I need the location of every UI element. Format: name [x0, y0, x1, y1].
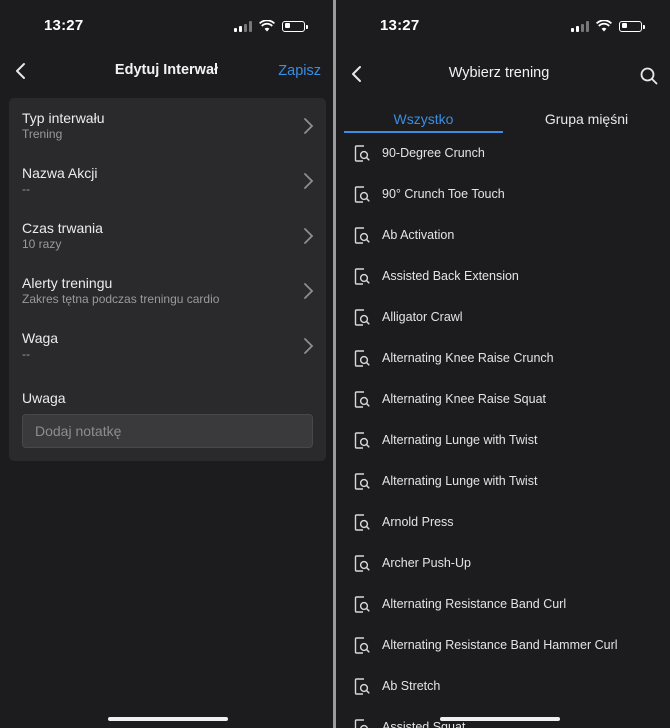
- chevron-right-icon: [304, 338, 314, 354]
- exercise-search-icon: [354, 227, 370, 244]
- exercise-search-icon: [354, 555, 370, 572]
- battery-icon: [282, 20, 308, 32]
- exercise-label: Alternating Resistance Band Hammer Curl: [382, 638, 618, 652]
- exercise-label: Alternating Knee Raise Squat: [382, 392, 546, 406]
- exercise-label: Alternating Resistance Band Curl: [382, 597, 567, 611]
- exercise-label: Ab Activation: [382, 228, 455, 242]
- exercise-label: Alligator Crawl: [382, 310, 463, 324]
- exercise-search-icon: [354, 514, 370, 531]
- battery-icon: [619, 20, 645, 32]
- category-tabs: Wszystko Grupa mięśni: [344, 107, 670, 133]
- exercise-search-icon: [354, 596, 370, 613]
- tab-muscle-group[interactable]: Grupa mięśni: [503, 107, 670, 133]
- row-weight[interactable]: Waga --: [9, 318, 326, 373]
- exercise-label: Assisted Back Extension: [382, 269, 519, 283]
- exercise-list-item[interactable]: Alternating Lunge with Twist: [336, 461, 670, 502]
- exercise-search-icon: [354, 473, 370, 490]
- exercise-label: Assisted Squat: [382, 720, 466, 728]
- exercise-search-icon: [354, 637, 370, 654]
- wifi-icon: [259, 20, 275, 32]
- exercise-label: Alternating Lunge with Twist: [382, 474, 538, 488]
- status-bar: 13:27: [0, 0, 333, 52]
- exercise-list-item[interactable]: Alternating Resistance Band Hammer Curl: [336, 625, 670, 666]
- chevron-right-icon: [304, 118, 314, 134]
- chevron-right-icon: [304, 173, 314, 189]
- row-training-alerts[interactable]: Alerty treningu Zakres tętna podczas tre…: [9, 263, 326, 318]
- row-action-name[interactable]: Nazwa Akcji --: [9, 153, 326, 208]
- exercise-list-item[interactable]: Alternating Resistance Band Curl: [336, 584, 670, 625]
- edit-interval-screen: 13:27 Edytuj Interwał Zapisz Typ interwa…: [0, 0, 333, 728]
- page-title: Wybierz trening: [448, 65, 550, 81]
- chevron-right-icon: [304, 228, 314, 244]
- exercise-list: 90-Degree Crunch 90° Crunch Toe Touch Ab A…: [336, 133, 670, 728]
- exercise-search-icon: [354, 678, 370, 695]
- home-indicator: [108, 717, 228, 721]
- chevron-right-icon: [304, 283, 314, 299]
- status-time: 13:27: [44, 17, 84, 34]
- home-indicator: [440, 717, 560, 721]
- exercise-search-icon: [354, 391, 370, 408]
- exercise-label: Alternating Lunge with Twist: [382, 433, 538, 447]
- exercise-list-item[interactable]: Arnold Press: [336, 502, 670, 543]
- interval-settings-card: Typ interwału Trening Nazwa Akcji -- Cza…: [9, 98, 326, 461]
- row-duration[interactable]: Czas trwania 10 razy: [9, 208, 326, 263]
- search-icon[interactable]: [640, 67, 658, 85]
- exercise-search-icon: [354, 719, 370, 728]
- exercise-label: Ab Stretch: [382, 679, 441, 693]
- exercise-label: Archer Push-Up: [382, 556, 471, 570]
- exercise-label: 90-Degree Crunch: [382, 146, 485, 160]
- exercise-label: 90° Crunch Toe Touch: [382, 187, 505, 201]
- note-label: Uwaga: [22, 390, 66, 406]
- status-bar: 13:27: [336, 0, 670, 52]
- exercise-search-icon: [354, 186, 370, 203]
- exercise-list-item[interactable]: 90-Degree Crunch: [336, 133, 670, 174]
- wifi-icon: [596, 20, 612, 32]
- cellular-signal-icon: [234, 20, 252, 32]
- nav-bar: Edytuj Interwał Zapisz: [0, 52, 333, 90]
- exercise-list-item[interactable]: Assisted Back Extension: [336, 256, 670, 297]
- tab-all[interactable]: Wszystko: [344, 107, 503, 133]
- exercise-search-icon: [354, 432, 370, 449]
- exercise-list-item[interactable]: Archer Push-Up: [336, 543, 670, 584]
- exercise-list-item[interactable]: Ab Stretch: [336, 666, 670, 707]
- exercise-label: Arnold Press: [382, 515, 454, 529]
- exercise-label: Alternating Knee Raise Crunch: [382, 351, 554, 365]
- exercise-search-icon: [354, 309, 370, 326]
- cellular-signal-icon: [571, 20, 589, 32]
- exercise-list-item[interactable]: Alligator Crawl: [336, 297, 670, 338]
- exercise-search-icon: [354, 145, 370, 162]
- choose-training-screen: 13:27 Wybierz trening Wszystko Grupa mię…: [336, 0, 670, 728]
- exercise-list-item[interactable]: Alternating Knee Raise Squat: [336, 379, 670, 420]
- exercise-search-icon: [354, 350, 370, 367]
- exercise-list-item[interactable]: Ab Activation: [336, 215, 670, 256]
- exercise-search-icon: [354, 268, 370, 285]
- exercise-list-item[interactable]: Alternating Knee Raise Crunch: [336, 338, 670, 379]
- row-interval-type[interactable]: Typ interwału Trening: [9, 98, 326, 153]
- exercise-list-item[interactable]: Alternating Lunge with Twist: [336, 420, 670, 461]
- exercise-list-item[interactable]: 90° Crunch Toe Touch: [336, 174, 670, 215]
- note-input[interactable]: [22, 414, 313, 448]
- save-button[interactable]: Zapisz: [278, 63, 321, 79]
- nav-bar: Wybierz trening: [336, 55, 670, 93]
- status-time: 13:27: [380, 17, 420, 34]
